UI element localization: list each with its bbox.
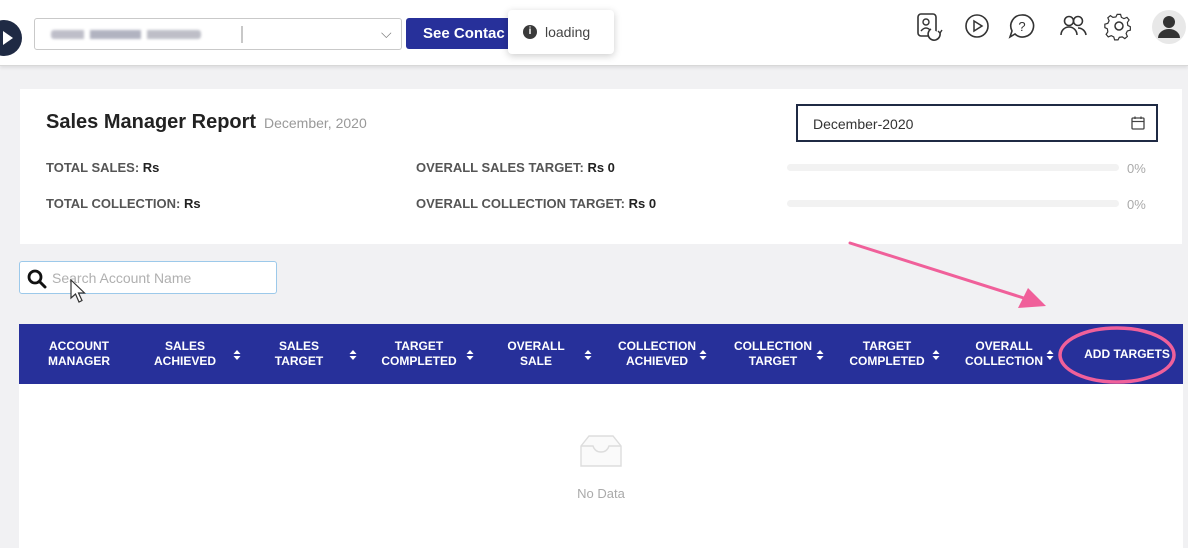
collection-target-percent: 0% <box>1127 197 1146 212</box>
users-icon[interactable] <box>1058 11 1088 41</box>
chevron-down-icon: ⌵ <box>381 25 392 41</box>
col-collection-target[interactable]: COLLECTION TARGET <box>723 324 823 384</box>
month-picker-value: December-2020 <box>813 116 914 132</box>
sales-target-percent: 0% <box>1127 161 1146 176</box>
user-avatar-icon <box>1158 16 1180 38</box>
obscured-account-name <box>51 30 201 39</box>
report-period: December, 2020 <box>264 115 367 131</box>
sort-icon[interactable] <box>233 349 241 361</box>
toast-text: loading <box>545 24 591 40</box>
total-collection-stat: TOTAL COLLECTION: Rs <box>46 196 201 211</box>
play-badge[interactable] <box>0 20 22 56</box>
refresh-contact-icon[interactable] <box>914 11 944 41</box>
help-chat-icon[interactable]: ? <box>1007 11 1037 41</box>
add-targets-button[interactable]: ADD TARGETS <box>1075 324 1179 384</box>
sort-icon[interactable] <box>584 349 592 361</box>
see-contact-button[interactable]: See Contac <box>406 18 514 49</box>
table-body: No Data <box>19 384 1183 548</box>
sort-icon[interactable] <box>699 349 707 361</box>
text-caret <box>241 26 243 43</box>
table-header: ACCOUNT MANAGER SALES ACHIEVED SALES TARGET… <box>19 324 1183 384</box>
overall-sales-target-stat: OVERALL SALES TARGET: Rs 0 <box>416 160 615 175</box>
col-sales-target[interactable]: SALES TARGET <box>259 324 339 384</box>
calendar-icon <box>1131 116 1145 130</box>
gear-icon[interactable] <box>1104 11 1134 41</box>
col-account-manager: ACCOUNT MANAGER <box>48 339 110 368</box>
col-target-completed-2[interactable]: TARGET COMPLETED <box>837 324 937 384</box>
sort-icon[interactable] <box>816 349 824 361</box>
loading-toast: i loading <box>508 10 614 54</box>
month-picker[interactable]: December-2020 <box>796 104 1158 142</box>
sort-icon[interactable] <box>932 349 940 361</box>
info-icon: i <box>523 25 537 39</box>
page-title: Sales Manager Report <box>46 111 257 133</box>
top-bar: ⌵ See Contac i loading ? <box>0 0 1188 66</box>
col-overall-collection[interactable]: OVERALL COLLECTION <box>951 324 1057 384</box>
annotation-arrow <box>848 241 1032 302</box>
play-circle-icon[interactable] <box>962 11 992 41</box>
svg-text:?: ? <box>1018 19 1025 34</box>
avatar[interactable] <box>1152 10 1186 44</box>
col-sales-achieved[interactable]: SALES ACHIEVED <box>139 324 231 384</box>
overall-collection-target-stat: OVERALL COLLECTION TARGET: Rs 0 <box>416 196 657 211</box>
play-icon <box>3 31 13 45</box>
sales-target-progress <box>787 164 1119 171</box>
sort-icon[interactable] <box>466 349 474 361</box>
report-summary-card: Sales Manager Report December, 2020 TOTA… <box>20 89 1182 244</box>
col-collection-achieved[interactable]: COLLECTION ACHIEVED <box>604 324 710 384</box>
sort-icon[interactable] <box>349 349 357 361</box>
empty-inbox-icon <box>580 435 622 467</box>
col-target-completed[interactable]: TARGET COMPLETED <box>369 324 469 384</box>
search-icon <box>27 269 47 289</box>
sort-icon[interactable] <box>1046 349 1054 361</box>
annotation-arrowhead <box>1018 288 1046 308</box>
account-select[interactable]: ⌵ <box>34 18 402 50</box>
collection-target-progress <box>787 200 1119 207</box>
col-overall-sale[interactable]: OVERALL SALE <box>495 324 577 384</box>
total-sales-stat: TOTAL SALES: Rs <box>46 160 160 175</box>
mouse-cursor-icon <box>70 278 86 303</box>
search-box <box>19 261 277 294</box>
empty-state-text: No Data <box>577 486 625 501</box>
